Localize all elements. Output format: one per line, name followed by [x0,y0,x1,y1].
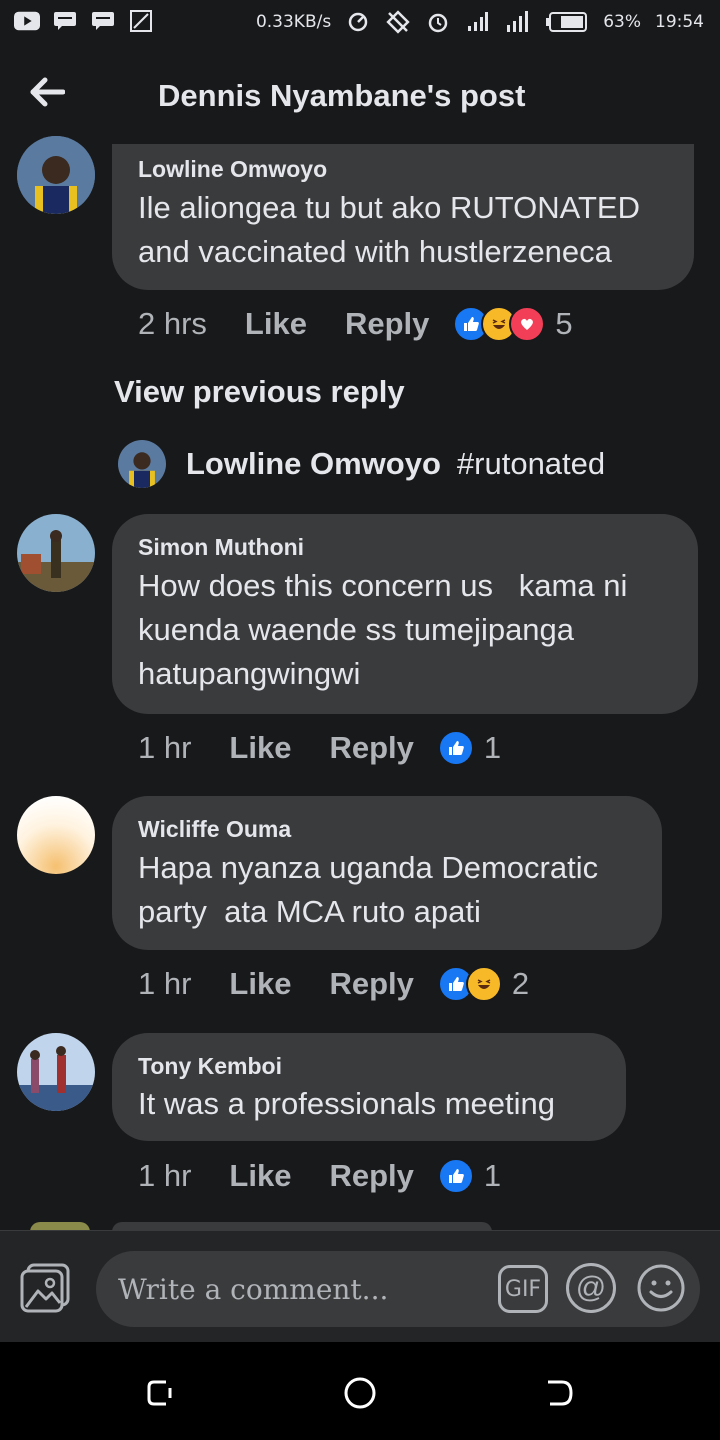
back-nav-icon [548,1380,573,1406]
reply-button[interactable]: Reply [329,1158,413,1194]
comment-time: 2 hrs [138,306,207,341]
reaction-count[interactable]: 2 [512,966,529,1002]
back-button[interactable] [26,72,68,112]
rotate-icon [385,10,411,34]
reactions[interactable] [453,306,546,342]
page-title: Dennis Nyambane's post [158,78,526,113]
comment-time: 1 hr [138,1158,192,1193]
reactions[interactable] [437,966,502,1002]
comment-text: How does this concern us kama ni kuenda … [138,564,627,696]
like-button[interactable]: Like [229,1158,291,1194]
reply-text: #rutonated [456,446,606,481]
app-header: Dennis Nyambane's post [0,50,720,142]
comment-input-wrapper: GIF @ [96,1251,700,1327]
data-saver-icon [345,11,371,33]
comment-line: and vaccinated with hustlerzeneca [138,234,612,269]
reactions[interactable] [437,730,474,766]
comment-composer: GIF @ [0,1230,720,1343]
reaction-count[interactable]: 1 [484,730,501,766]
battery-icon [545,11,589,33]
reply-button[interactable]: Reply [345,306,429,342]
haha-reaction-icon [465,966,502,1002]
comment-author[interactable]: Lowline Omwoyo [138,156,327,183]
comment-actions: 2 hrs Like Reply 5 [138,306,573,342]
avatar-tony-kemboi[interactable] [17,1033,95,1111]
reply-button[interactable]: Reply [329,730,413,766]
comment-time: 1 hr [138,730,192,765]
recents-button[interactable] [144,1376,178,1410]
alarm-icon [425,11,451,33]
like-reaction-icon [437,1158,474,1194]
comment-line: Hapa nyanza uganda Democratic [138,850,599,885]
signal-icon [465,11,491,33]
like-button[interactable]: Like [229,966,291,1002]
comment-line: How does this concern us kama ni [138,568,628,603]
battery-level: 63% [603,12,641,32]
comment-actions: 1 hr Like Reply 1 [138,730,501,766]
clock: 19:54 [655,12,704,32]
comment-line: It was a professionals meeting [138,1086,555,1121]
reply-preview[interactable]: Lowline Omwoyo #rutonated [118,440,605,488]
reaction-count[interactable]: 1 [484,1158,501,1194]
mention-button[interactable]: @ [566,1263,616,1313]
smiley-icon [637,1264,685,1312]
comment-actions: 1 hr Like Reply 2 [138,966,529,1002]
message-icon-2 [90,10,116,32]
signal-4g-icon [505,11,531,33]
comment-line: party ata MCA ruto apati [138,894,481,929]
message-icon [52,10,78,32]
comment-text: Hapa nyanza uganda Democratic party ata … [138,846,598,934]
like-reaction-icon [437,730,474,766]
comment-input[interactable] [116,1265,480,1313]
comment-line: Ile aliongea tu but ako RUTONATED [138,190,640,225]
screenshot-icon [128,10,154,32]
comment-text: It was a professionals meeting [138,1082,555,1126]
love-reaction-icon [509,306,546,342]
like-button[interactable]: Like [229,730,291,766]
arrow-left-icon [30,77,65,107]
avatar-wicliffe-ouma[interactable] [17,796,95,874]
photo-icon [20,1263,70,1313]
comment-actions: 1 hr Like Reply 1 [138,1158,501,1194]
network-speed: 0.33KB/s [255,12,332,32]
comment-line: hatupangwingwi [138,656,361,691]
comment-text: Ile aliongea tu but ako RUTONATED and va… [138,186,640,274]
photo-button[interactable] [20,1263,72,1313]
youtube-icon [14,10,40,32]
recents-icon [147,1380,172,1406]
comment-line: kuenda waende ss tumejipanga [138,612,575,647]
comment-author[interactable]: Wicliffe Ouma [138,816,291,843]
avatar-lowline-omwoyo[interactable] [17,136,95,214]
home-button[interactable] [343,1376,377,1410]
reactions[interactable] [437,1158,474,1194]
like-button[interactable]: Like [245,306,307,342]
emoji-button[interactable] [636,1263,686,1313]
home-icon [344,1377,376,1409]
reply-button[interactable]: Reply [329,966,413,1002]
comment-author[interactable]: Tony Kemboi [138,1053,282,1080]
reaction-count[interactable]: 5 [555,306,572,342]
status-bar: 0.33KB/s 63% 19:54 [0,0,720,50]
comment-author[interactable]: Simon Muthoni [138,534,304,561]
reply-author: Lowline Omwoyo [186,446,441,481]
avatar-lowline-omwoyo-small [118,440,166,488]
system-nav-bar [0,1342,720,1440]
avatar-simon-muthoni[interactable] [17,514,95,592]
back-nav-button[interactable] [542,1376,576,1410]
comment-time: 1 hr [138,966,192,1001]
view-previous-reply-link[interactable]: View previous reply [114,374,405,410]
gif-button[interactable]: GIF [498,1265,548,1313]
